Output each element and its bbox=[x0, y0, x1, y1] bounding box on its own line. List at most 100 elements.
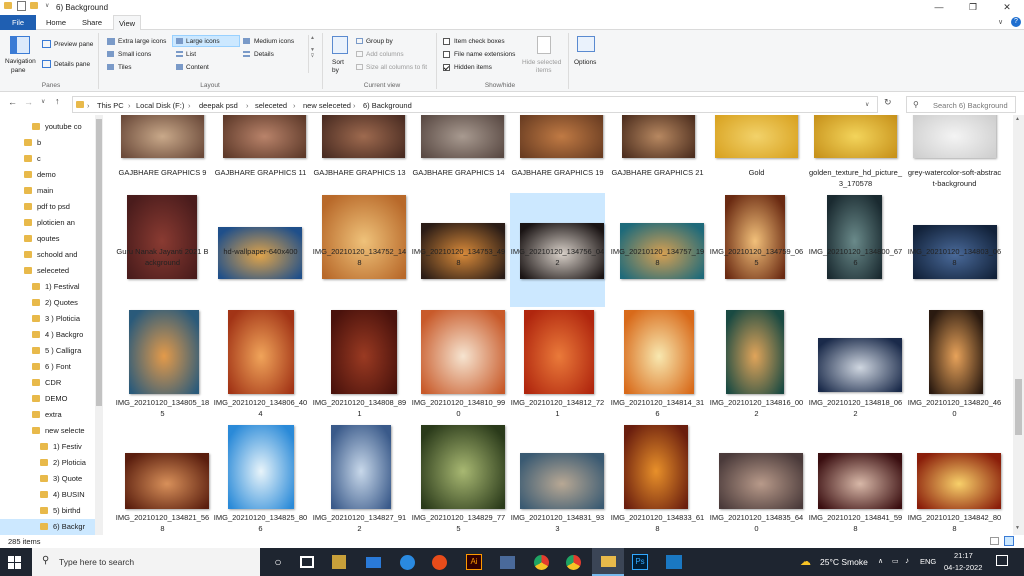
cortana-icon[interactable]: ○ bbox=[268, 552, 288, 572]
file-item[interactable]: golden_texture_hd_picture_3_170578 bbox=[808, 115, 903, 188]
file-item[interactable]: IMG_20210120_134806_404 bbox=[213, 308, 308, 422]
nav-item[interactable]: 1) Festival bbox=[0, 279, 96, 295]
tab-share[interactable]: Share bbox=[76, 15, 108, 30]
file-item[interactable]: IMG_20210120_134756_042 bbox=[510, 193, 605, 307]
edge-dev-icon[interactable] bbox=[432, 555, 447, 570]
nav-item[interactable]: 1) Festiv bbox=[0, 439, 96, 455]
file-item[interactable]: GAJBHARE GRAPHICS 21 bbox=[610, 115, 705, 185]
nav-item[interactable]: 5 ) Calligra bbox=[0, 343, 96, 359]
app-icon[interactable] bbox=[500, 556, 515, 569]
search-box[interactable]: ⚲ Search 6) Background bbox=[906, 96, 1016, 113]
task-view-icon[interactable] bbox=[300, 556, 314, 568]
file-item[interactable]: IMG_20210120_134814_316 bbox=[610, 308, 705, 422]
nav-item[interactable]: c bbox=[0, 151, 96, 167]
options-button[interactable]: Options bbox=[574, 59, 596, 66]
notifications-icon[interactable] bbox=[996, 555, 1008, 566]
nav-item[interactable]: ploticien an bbox=[0, 215, 96, 231]
preview-pane-button[interactable]: Preview pane bbox=[54, 41, 93, 48]
refresh-icon[interactable]: ↻ bbox=[884, 97, 892, 108]
nav-item[interactable]: 4) BUSIN bbox=[0, 487, 96, 503]
tray-chevron-icon[interactable]: ∧ bbox=[878, 557, 883, 565]
file-item[interactable]: IMG_20210120_134803_068 bbox=[907, 193, 1002, 307]
layout-extra-large-icons[interactable]: Extra large icons bbox=[118, 38, 166, 45]
breadcrumb-new-seleceted[interactable]: new seleceted bbox=[303, 101, 351, 110]
ribbon-collapse-icon[interactable]: ∨ bbox=[998, 18, 1003, 26]
file-item[interactable]: hd-wallpaper-640x400 bbox=[213, 193, 308, 307]
quick-access-dropdown-icon[interactable]: ∨ bbox=[45, 2, 49, 9]
nav-item[interactable]: CDR bbox=[0, 375, 96, 391]
nav-item[interactable]: demo bbox=[0, 167, 96, 183]
taskbar-search[interactable]: ⚲ Type here to search bbox=[32, 548, 260, 576]
file-item[interactable]: GAJBHARE GRAPHICS 11 bbox=[213, 115, 308, 185]
properties-icon[interactable] bbox=[17, 1, 26, 11]
back-arrow-icon[interactable]: ← bbox=[8, 97, 17, 107]
minimize-button[interactable]: — bbox=[924, 0, 954, 15]
file-item[interactable]: IMG_20210120_134812_721 bbox=[510, 308, 605, 422]
nav-item[interactable]: qoutes bbox=[0, 231, 96, 247]
hidden-items-checkbox[interactable] bbox=[443, 64, 450, 71]
file-item[interactable]: IMG_20210120_134818_062 bbox=[808, 308, 903, 422]
nav-item[interactable]: DEMO bbox=[0, 391, 96, 407]
large-icons-view-icon[interactable] bbox=[1004, 536, 1014, 546]
mail-icon[interactable] bbox=[366, 557, 381, 568]
file-name-extensions-checkbox[interactable] bbox=[443, 51, 450, 58]
layout-details[interactable]: Details bbox=[254, 51, 274, 58]
nav-item[interactable]: 3 ) Ploticia bbox=[0, 311, 96, 327]
address-dropdown-icon[interactable]: ∨ bbox=[865, 101, 869, 108]
file-item[interactable]: grey-watercolor-soft-abstract-background bbox=[907, 115, 1002, 188]
language-indicator[interactable]: ENG bbox=[920, 557, 936, 566]
nav-item[interactable]: youtube co bbox=[0, 119, 96, 135]
file-item[interactable]: IMG_20210120_134827_912 bbox=[312, 423, 407, 535]
file-item[interactable]: IMG_20210120_134835_640 bbox=[709, 423, 804, 535]
nav-item[interactable]: 4 ) Backgro bbox=[0, 327, 96, 343]
sort-by-button[interactable]: Sort bbox=[332, 59, 344, 66]
file-item[interactable]: IMG_20210120_134841_598 bbox=[808, 423, 903, 535]
tab-file[interactable]: File bbox=[0, 15, 36, 30]
hide-selected-icon[interactable] bbox=[537, 36, 551, 54]
close-button[interactable]: ✕ bbox=[992, 0, 1022, 15]
maximize-button[interactable]: ❐ bbox=[958, 0, 988, 15]
volume-icon[interactable]: ♪ bbox=[905, 556, 909, 565]
file-item[interactable]: IMG_20210120_134829_775 bbox=[411, 423, 506, 535]
tab-view[interactable]: View bbox=[113, 15, 141, 31]
item-check-boxes-checkbox[interactable] bbox=[443, 38, 450, 45]
nav-item[interactable]: extra bbox=[0, 407, 96, 423]
file-item[interactable]: IMG_20210120_134833_618 bbox=[610, 423, 705, 535]
tab-home[interactable]: Home bbox=[40, 15, 72, 30]
breadcrumb-current[interactable]: 6) Background bbox=[363, 101, 412, 110]
file-item[interactable]: GAJBHARE GRAPHICS 19 bbox=[510, 115, 605, 185]
recent-locations-icon[interactable]: ∨ bbox=[41, 98, 45, 105]
nav-item[interactable]: 2) Quotes bbox=[0, 295, 96, 311]
file-item[interactable]: IMG_20210120_134842_808 bbox=[907, 423, 1002, 535]
layout-scroll[interactable]: ▲ ▼ ⊽ bbox=[308, 35, 316, 73]
file-item[interactable]: IMG_20210120_134825_806 bbox=[213, 423, 308, 535]
file-item[interactable]: IMG_20210120_134800_676 bbox=[808, 193, 903, 307]
layout-medium-icons[interactable]: Medium icons bbox=[254, 38, 294, 45]
navigation-pane-icon[interactable] bbox=[10, 36, 30, 54]
search-input[interactable]: Search 6) Background bbox=[933, 101, 1008, 110]
chrome-icon[interactable] bbox=[534, 555, 549, 570]
file-item[interactable]: IMG_20210120_134805_185 bbox=[115, 308, 210, 422]
network-icon[interactable]: ▭ bbox=[892, 557, 899, 565]
file-item[interactable]: GAJBHARE GRAPHICS 9 bbox=[115, 115, 210, 185]
nav-item[interactable]: b bbox=[0, 135, 96, 151]
layout-large-icons[interactable]: Large icons bbox=[186, 38, 220, 45]
nav-item[interactable]: 6 ) Font bbox=[0, 359, 96, 375]
layout-tiles[interactable]: Tiles bbox=[118, 64, 131, 71]
size-columns-button[interactable]: Size all columns to fit bbox=[366, 64, 427, 71]
add-columns-button[interactable]: Add columns bbox=[366, 51, 404, 58]
clock-time[interactable]: 21:17 bbox=[954, 551, 973, 560]
nav-item[interactable]: 2) Ploticia bbox=[0, 455, 96, 471]
options-icon[interactable] bbox=[577, 36, 595, 52]
hide-selected-button[interactable]: Hide selected bbox=[522, 59, 561, 66]
content-scrollbar[interactable]: ▲ ▼ bbox=[1013, 115, 1024, 535]
breadcrumb-deepak-psd[interactable]: deepak psd bbox=[199, 101, 238, 110]
file-item[interactable]: IMG_20210120_134816_002 bbox=[709, 308, 804, 422]
clock-date[interactable]: 04-12-2022 bbox=[944, 563, 982, 572]
nav-scrollbar[interactable] bbox=[95, 115, 103, 535]
windows-start-icon[interactable] bbox=[8, 556, 21, 569]
taskbar-search-input[interactable]: Type here to search bbox=[59, 557, 134, 567]
up-arrow-icon[interactable]: ↑ bbox=[55, 96, 60, 106]
nav-item[interactable]: 5) birthd bbox=[0, 503, 96, 519]
store-icon[interactable] bbox=[332, 555, 346, 569]
